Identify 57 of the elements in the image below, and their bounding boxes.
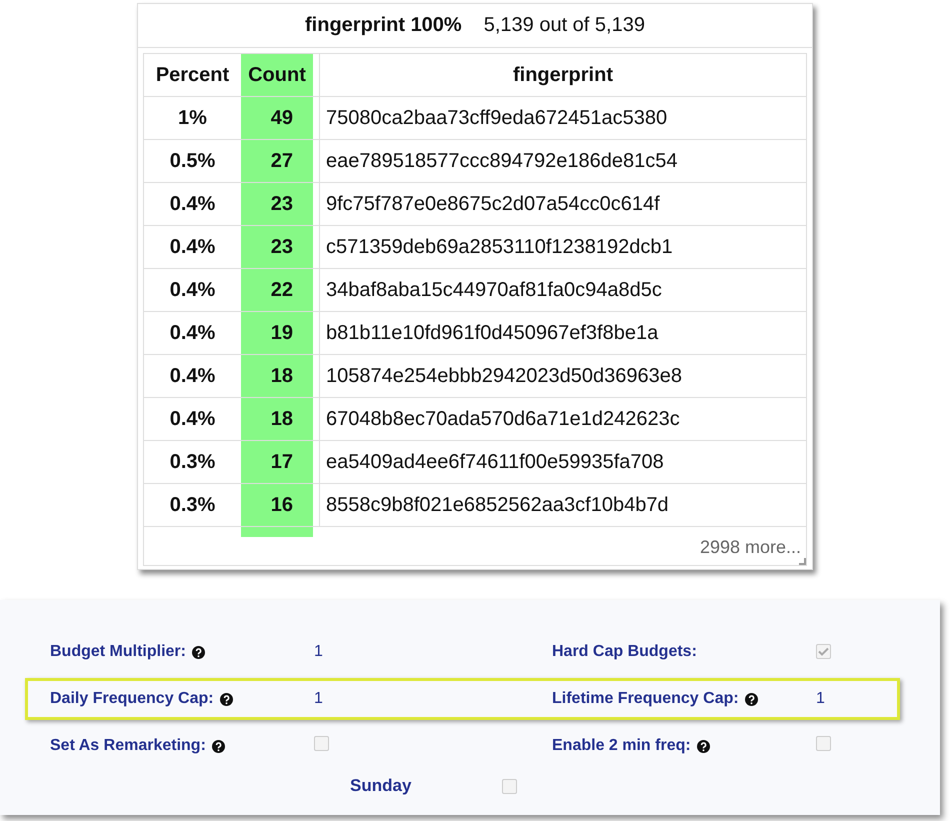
column-header: fingerprint — [319, 54, 806, 96]
help-icon[interactable] — [220, 692, 233, 706]
percent-cell-text: 0.4% — [168, 406, 216, 432]
count-cell: 27 — [241, 140, 313, 182]
more-link[interactable]: 2998 more... — [700, 537, 801, 558]
percent-cell-text: 0.5% — [168, 148, 216, 174]
help-icon[interactable] — [696, 740, 710, 752]
percent-cell-text: 0.3% — [168, 492, 216, 518]
count-cell: 18 — [241, 355, 313, 397]
field-label: Budget Multiplier: — [50, 643, 186, 661]
field-label: Enable 2 min freq: — [552, 737, 691, 755]
field-label: Set As Remarketing: — [50, 737, 206, 755]
summary-title: fingerprint 100% — [305, 14, 462, 37]
count-cell: 22 — [241, 269, 313, 311]
fingerprint-cell: eae789518577ccc894792e186de81c54 — [319, 140, 806, 182]
resize-grip-icon[interactable] — [799, 558, 806, 565]
percent-cell-text: 0.4% — [168, 278, 216, 302]
column-header: Count — [241, 54, 313, 96]
help-icon[interactable] — [192, 646, 205, 658]
checkbox[interactable] — [816, 736, 831, 751]
field-label: Daily Frequency Cap: — [50, 690, 214, 708]
column-header: Percent — [154, 62, 230, 88]
count-cell: 23 — [241, 226, 313, 268]
percent-cell-text: 0.4% — [168, 192, 216, 216]
field-value: 1 — [314, 690, 323, 707]
help-icon[interactable] — [744, 692, 758, 706]
count-cell: 19 — [241, 312, 313, 354]
count-cell: 18 — [241, 398, 313, 440]
summary-count: 5,139 out of 5,139 — [484, 14, 645, 37]
fingerprint-cell: c571359deb69a2853110f1238192dcb1 — [319, 226, 806, 268]
column-highlight — [241, 527, 313, 537]
fingerprint-cell: 8558c9b8f021e6852562aa3cf10b4b7d — [319, 484, 806, 526]
percent-cell-text: 1% — [177, 106, 208, 130]
fingerprint-cell: 9fc75f787e0e8675c2d07a54cc0c614f — [319, 183, 806, 225]
count-cell: 49 — [241, 97, 313, 139]
field-value: 1 — [816, 690, 825, 707]
fingerprint-cell: b81b11e10fd961f0d450967ef3f8be1a — [319, 312, 806, 354]
count-cell: 17 — [241, 441, 313, 483]
field-label: Hard Cap Budgets: — [552, 643, 697, 661]
count-cell: 23 — [241, 183, 313, 225]
fingerprint-cell: 67048b8ec70ada570d6a71e1d242623c — [319, 398, 806, 440]
percent-cell-text: 0.4% — [168, 234, 216, 260]
count-cell: 16 — [241, 484, 313, 526]
percent-cell-text: 0.4% — [168, 320, 216, 346]
percent-cell-text: 0.4% — [168, 364, 216, 388]
day-label: Sunday — [350, 776, 412, 796]
field-value: 1 — [314, 643, 323, 660]
fingerprint-cell: 75080ca2baa73cff9eda672451ac5380 — [319, 97, 806, 139]
checkbox[interactable] — [816, 644, 831, 659]
fingerprint-cell: 105874e254ebbb2942023d50d36963e8 — [319, 355, 806, 397]
fingerprint-cell: ea5409ad4ee6f74611f00e59935fa708 — [319, 441, 806, 483]
checkbox[interactable] — [314, 736, 329, 751]
checkbox[interactable] — [502, 778, 517, 794]
help-icon[interactable] — [212, 740, 225, 752]
fingerprint-cell: 34baf8aba15c44970af81fa0c94a8d5c — [319, 269, 806, 311]
field-label: Lifetime Frequency Cap: — [552, 690, 739, 708]
percent-cell-text: 0.3% — [168, 450, 216, 474]
